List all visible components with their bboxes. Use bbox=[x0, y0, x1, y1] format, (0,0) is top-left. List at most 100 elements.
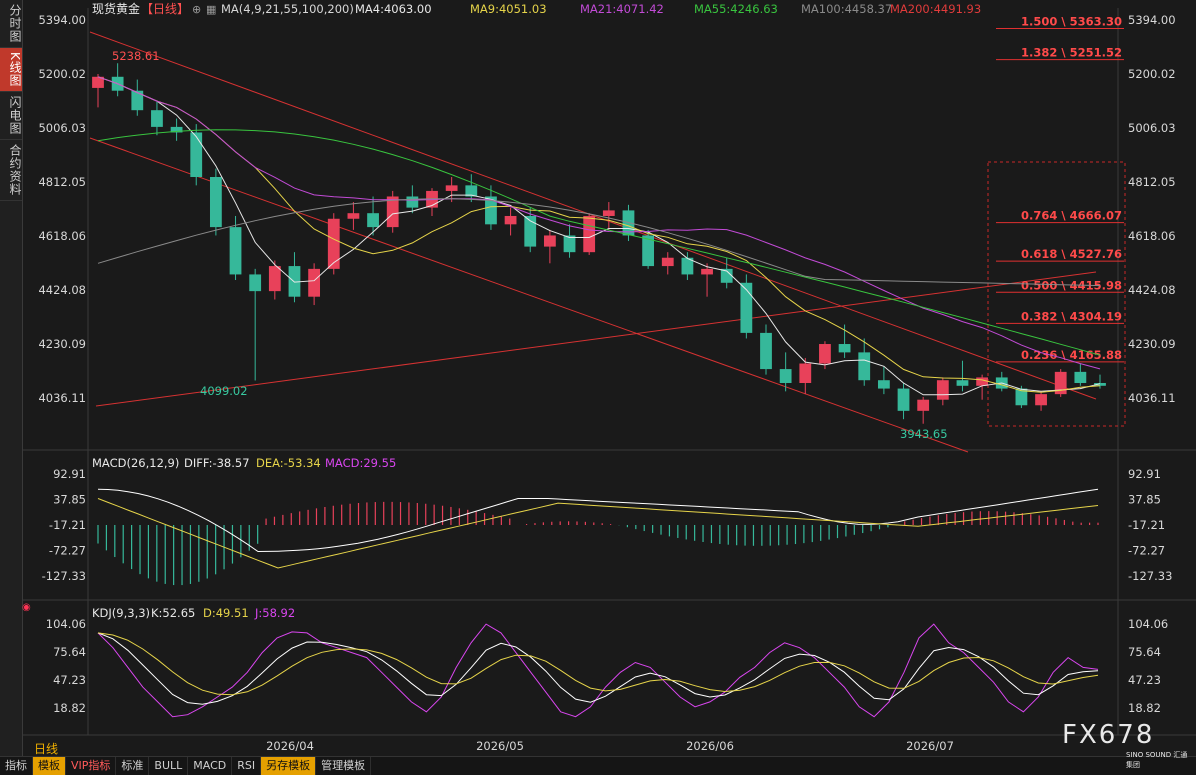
kdj-tick-right-0: 104.06 bbox=[1128, 617, 1168, 631]
candle-body-37 bbox=[819, 344, 831, 364]
kdj-tick-right-3: 18.82 bbox=[1128, 701, 1161, 715]
candle-body-38 bbox=[838, 344, 851, 353]
price-tick-right-3: 4812.05 bbox=[1128, 175, 1176, 189]
candle-body-50 bbox=[1074, 371, 1087, 383]
kdj-title: KDJ(9,3,3) bbox=[92, 606, 150, 620]
fib-label-1: 1.382 \ 5251.52 bbox=[1021, 46, 1122, 60]
price-tick-right-5: 4424.08 bbox=[1128, 283, 1176, 297]
macd-diff-line bbox=[97, 488, 1099, 553]
candle-body-11 bbox=[308, 268, 321, 297]
macd-tick-left-1: 37.85 bbox=[53, 493, 86, 507]
candle-body-34 bbox=[760, 332, 772, 370]
date-label-3: 2026/07 bbox=[906, 739, 954, 753]
macd-tick-left-4: -127.33 bbox=[42, 569, 86, 583]
candle-body-23 bbox=[543, 235, 556, 247]
bottom-bar-item-1[interactable]: 模板 bbox=[33, 757, 66, 775]
candle-body-45 bbox=[976, 377, 989, 386]
bottom-toolbar: 指标 模板 VIP指标 标准 BULL MACD RSI 另存模板 管理模板 bbox=[0, 756, 1196, 775]
indicator-dot-icon: ◉ bbox=[22, 602, 31, 613]
price-tick-right-0: 5394.00 bbox=[1128, 13, 1176, 27]
kdj-tick-left-1: 75.64 bbox=[53, 645, 86, 659]
candle-body-2 bbox=[131, 90, 144, 111]
date-label-1: 2026/05 bbox=[476, 739, 524, 753]
low-annotation-2: 3943.65 bbox=[900, 427, 948, 441]
candle-body-36 bbox=[799, 363, 812, 383]
candle-body-26 bbox=[602, 210, 615, 216]
macd-tick-left-0: 92.91 bbox=[53, 467, 86, 481]
candle-body-7 bbox=[229, 227, 242, 275]
candle-body-6 bbox=[209, 177, 222, 228]
price-tick-left-1: 5200.02 bbox=[38, 67, 86, 81]
price-tick-right-4: 4618.06 bbox=[1128, 229, 1176, 243]
price-tick-left-7: 4036.11 bbox=[38, 391, 86, 405]
candle-body-3 bbox=[151, 110, 163, 127]
candle-body-41 bbox=[897, 388, 910, 411]
kdj-d: D:49.51 bbox=[203, 606, 249, 620]
candle-body-21 bbox=[504, 215, 517, 225]
kdj-tick-right-1: 75.64 bbox=[1128, 645, 1161, 659]
ma-value-1: MA9:4051.03 bbox=[470, 2, 547, 16]
period-label: 【日线】 bbox=[141, 2, 189, 16]
logo-subtext: SINO SOUND 汇通集团 bbox=[1126, 751, 1188, 769]
fib-label-5: 0.382 \ 4304.19 bbox=[1021, 309, 1122, 323]
bottom-bar-item-0[interactable]: 指标 bbox=[0, 757, 33, 775]
macd-tick-left-2: -17.21 bbox=[49, 518, 86, 532]
macd-diff: DIFF:-38.57 bbox=[184, 456, 250, 470]
macd-tick-right-0: 92.91 bbox=[1128, 467, 1161, 481]
kdj-tick-left-2: 47.23 bbox=[53, 673, 86, 687]
macd-tick-right-4: -127.33 bbox=[1128, 569, 1172, 583]
macd-tick-left-3: -72.27 bbox=[49, 544, 86, 558]
fib-label-3: 0.618 \ 4527.76 bbox=[1021, 247, 1122, 261]
ma21-line bbox=[97, 76, 1101, 370]
macd-tick-right-2: -17.21 bbox=[1128, 518, 1165, 532]
price-tick-right-7: 4036.11 bbox=[1128, 391, 1176, 405]
kdj-tick-left-0: 104.06 bbox=[46, 617, 86, 631]
ma-value-4: MA100:4458.37 bbox=[801, 2, 892, 16]
bottom-bar-item-7[interactable]: 另存模板 bbox=[261, 757, 317, 775]
price-tick-right-6: 4230.09 bbox=[1128, 337, 1176, 351]
ma9-line bbox=[97, 76, 1101, 393]
macd-tick-right-1: 37.85 bbox=[1128, 493, 1161, 507]
fx678-logo: FX678 SINO SOUND 汇通集团 bbox=[1062, 720, 1192, 770]
candle-body-43 bbox=[936, 380, 949, 400]
fib-label-2: 0.764 \ 4666.07 bbox=[1021, 209, 1122, 223]
bottom-bar-item-3[interactable]: 标准 bbox=[116, 757, 150, 775]
ma-value-2: MA21:4071.42 bbox=[580, 2, 664, 16]
price-tick-left-4: 4618.06 bbox=[38, 229, 86, 243]
symbol-title: 现货黄金 bbox=[92, 1, 140, 16]
date-label-0: 2026/04 bbox=[266, 739, 314, 753]
ma-value-5: MA200:4491.93 bbox=[890, 2, 981, 16]
ma55-line bbox=[97, 129, 1101, 356]
kdj-tick-right-2: 47.23 bbox=[1128, 673, 1161, 687]
bottom-bar-item-2[interactable]: VIP指标 bbox=[66, 757, 117, 775]
logo-text: FX678 bbox=[1062, 720, 1155, 750]
ma100-line bbox=[97, 198, 1101, 287]
candle-body-40 bbox=[877, 380, 890, 389]
high-annotation: 5238.61 bbox=[112, 49, 160, 63]
candle-body-29 bbox=[661, 257, 674, 267]
ma-value-3: MA55:4246.63 bbox=[694, 2, 778, 16]
macd-value: MACD:29.55 bbox=[325, 456, 396, 470]
price-tick-left-2: 5006.03 bbox=[38, 121, 86, 135]
chart-canvas: 现货黄金 【日线】 ⊕ ▦ MA(4,9,21,55,100,200) MA4:4063.… bbox=[22, 1, 1196, 753]
candle-body-15 bbox=[386, 196, 399, 228]
ma-value-0: MA4:4063.00 bbox=[355, 2, 432, 16]
fib-label-0: 1.500 \ 5363.30 bbox=[1021, 15, 1122, 29]
candle-body-25 bbox=[583, 215, 596, 253]
bottom-bar-item-5[interactable]: MACD bbox=[188, 757, 233, 775]
period-tag[interactable]: 日线 bbox=[34, 740, 58, 757]
price-tick-right-1: 5200.02 bbox=[1128, 67, 1176, 81]
bottom-bar-item-8[interactable]: 管理模板 bbox=[316, 757, 372, 775]
bottom-bar-item-6[interactable]: RSI bbox=[232, 757, 262, 775]
ma-params: MA(4,9,21,55,100,200) bbox=[221, 2, 354, 16]
macd-dea: DEA:-53.34 bbox=[256, 456, 321, 470]
candle-body-48 bbox=[1035, 394, 1047, 406]
kdj-j: J:58.92 bbox=[254, 606, 295, 620]
candle-body-5 bbox=[190, 132, 203, 178]
kdj-k: K:52.65 bbox=[151, 606, 195, 620]
candle-body-8 bbox=[249, 274, 262, 292]
macd-tick-right-3: -72.27 bbox=[1128, 544, 1165, 558]
kdj-j-line bbox=[97, 623, 1099, 718]
candle-body-13 bbox=[347, 213, 360, 219]
bottom-bar-item-4[interactable]: BULL bbox=[149, 757, 189, 775]
